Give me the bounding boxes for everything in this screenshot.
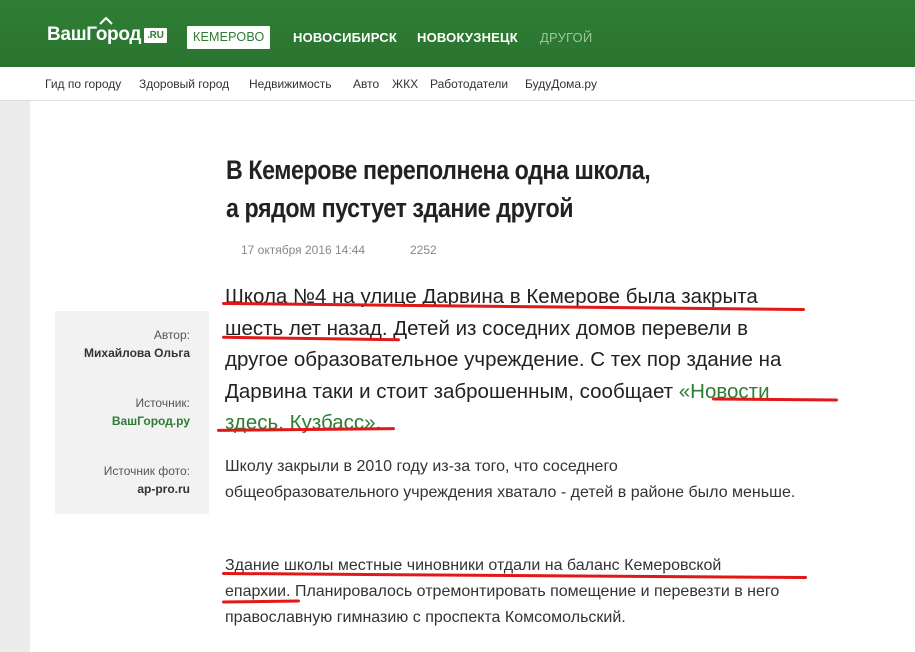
paragraph-line: православную гимназию с проспекта Комсом… [225,609,626,626]
article-views: 2252 [410,243,437,257]
top-header: ВашГород .RU КЕМЕРОВО НОВОСИБИРСК НОВОКУ… [0,0,915,67]
lead-line-text: Дарвина таки и стоит заброшенным, сообща… [225,379,679,403]
author-label: Автор: [153,328,190,342]
source-link[interactable]: ВашГород.ру [112,414,190,428]
logo-badge: .RU [144,27,167,43]
article-paragraph-2: Здание школы местные чиновники отдали на… [225,553,895,631]
paragraph-line: Школу закрыли в 2010 году из-за того, чт… [225,458,618,475]
subnav-employers[interactable]: Работодатели [430,77,508,91]
city-tab-kemerovo[interactable]: КЕМЕРОВО [187,26,271,49]
site-logo[interactable]: ВашГород .RU [47,17,167,46]
subnav-city-guide[interactable]: Гид по городу [45,77,121,91]
article-title: В Кемерове переполнена одна школа, а ряд… [226,151,742,227]
paragraph-line: общеобразовательного учреждения хватало … [225,484,796,501]
source-label: Источник: [135,396,190,410]
subnav-bududoma[interactable]: БудуДома.ру [525,77,597,91]
lead-end: . [375,411,382,434]
logo-text: ВашГород [47,24,142,45]
city-tab-novokuznetsk[interactable]: НОВОКУЗНЕЦК [417,26,518,49]
article-date: 17 октября 2016 14:44 [241,243,366,257]
house-roof-icon [99,17,113,25]
subnav-auto[interactable]: Авто [353,77,379,91]
article-paragraph-1: Школу закрыли в 2010 году из-за того, чт… [225,454,895,506]
photo-source-value: ap-pro.ru [137,482,190,496]
city-tab-other[interactable]: ДРУГОЙ [540,26,592,49]
lead-line: другое образовательное учреждение. С тех… [225,348,782,371]
photo-source-label: Источник фото: [103,464,190,478]
article-title-line-2: а рядом пустует здание другой [226,193,574,223]
article-info-sidebar: Автор: Михайлова Ольга Источник: ВашГоро… [55,311,209,514]
author-name: Михайлова Ольга [84,346,190,360]
lead-line: Дарвина таки и стоит заброшенным, сообща… [225,376,865,408]
city-tab-novosibirsk[interactable]: НОВОСИБИРСК [293,26,397,49]
paragraph-line: епархии. Планировалось отремонтировать п… [225,583,780,600]
article-title-line-1: В Кемерове переполнена одна школа, [226,155,651,185]
sub-navigation: Гид по городу Здоровый город Недвижимост… [0,67,915,101]
subnav-healthy-city[interactable]: Здоровый город [139,77,229,91]
subnav-housing[interactable]: ЖКХ [392,77,418,91]
subnav-real-estate[interactable]: Недвижимость [249,77,332,91]
lead-line: здесь. Кузбасс». [225,407,865,439]
